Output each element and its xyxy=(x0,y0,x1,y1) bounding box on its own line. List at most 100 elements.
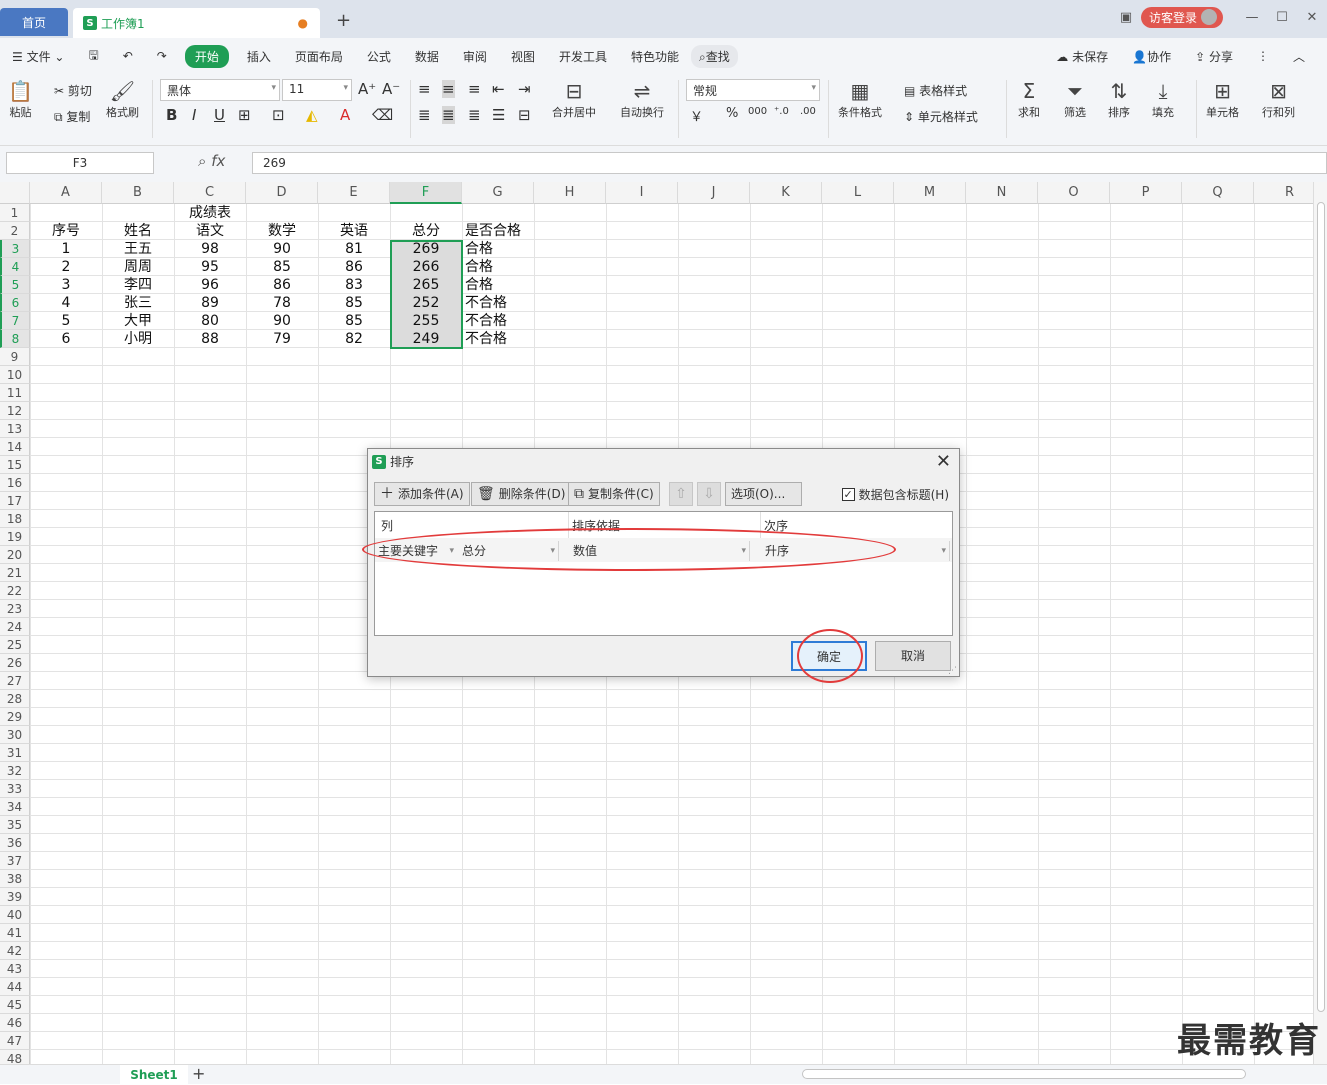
row-header[interactable]: 3 xyxy=(0,240,30,258)
maximize-icon[interactable]: ☐ xyxy=(1267,10,1297,25)
align-middle-icon[interactable]: ≡ xyxy=(442,80,455,98)
cells-button[interactable]: ⊞ 单元格 xyxy=(1206,78,1239,120)
wrap-text-button[interactable]: ⇌ 自动换行 xyxy=(620,78,664,120)
align-top-icon[interactable]: ≡ xyxy=(418,80,431,98)
sort-order-select[interactable]: 升序 xyxy=(762,541,950,561)
add-sheet-button[interactable]: + xyxy=(192,1064,205,1083)
formula-input[interactable]: 269 xyxy=(252,152,1327,174)
row-header[interactable]: 10 xyxy=(0,366,30,384)
share-button[interactable]: ⇪ 分享 xyxy=(1183,48,1245,65)
tab-workbook[interactable]: S 工作簿1 ● xyxy=(73,8,320,38)
align-center-icon[interactable]: ≣ xyxy=(442,106,455,124)
underline-icon[interactable]: U xyxy=(214,106,225,124)
row-header[interactable]: 18 xyxy=(0,510,30,528)
font-size-select[interactable]: 11 xyxy=(282,79,352,101)
filter-button[interactable]: ⏷ 筛选 xyxy=(1064,78,1086,120)
data-cell[interactable]: 255 xyxy=(390,312,462,330)
cancel-button[interactable]: 取消 xyxy=(875,641,951,671)
cell-style-button[interactable]: ⇕ 单元格样式 xyxy=(904,108,978,125)
column-header[interactable]: O xyxy=(1038,182,1110,204)
data-cell[interactable]: 不合格 xyxy=(462,330,534,348)
currency-button[interactable]: ￥ xyxy=(690,106,703,125)
data-cell[interactable]: 86 xyxy=(318,258,390,276)
data-cell[interactable]: 合格 xyxy=(462,240,534,258)
outdent-icon[interactable]: ⇤ xyxy=(492,80,505,98)
data-cell[interactable]: 252 xyxy=(390,294,462,312)
row-header[interactable]: 32 xyxy=(0,762,30,780)
sheet-title-cell[interactable]: 成绩表 xyxy=(174,204,246,222)
data-cell[interactable]: 2 xyxy=(30,258,102,276)
data-cell[interactable]: 95 xyxy=(174,258,246,276)
number-format-select[interactable]: 常规 xyxy=(686,79,820,101)
menu-features[interactable]: 特色功能 xyxy=(619,48,691,65)
column-header[interactable]: I xyxy=(606,182,678,204)
font-select[interactable]: 黑体 xyxy=(160,79,280,101)
thousands-icon[interactable]: 000 xyxy=(748,106,767,117)
column-header[interactable]: L xyxy=(822,182,894,204)
column-header[interactable]: R xyxy=(1254,182,1313,204)
distribute-icon[interactable]: ⊟ xyxy=(518,106,531,124)
column-header[interactable]: A xyxy=(30,182,102,204)
add-condition-button[interactable]: ＋ 添加条件(A) xyxy=(374,482,470,506)
copy-button[interactable]: ⧉ 复制 xyxy=(54,108,90,125)
row-header[interactable]: 39 xyxy=(0,888,30,906)
row-header[interactable]: 42 xyxy=(0,942,30,960)
vertical-scroll-thumb[interactable] xyxy=(1317,202,1325,1012)
minimize-icon[interactable]: — xyxy=(1237,10,1267,25)
row-header[interactable]: 43 xyxy=(0,960,30,978)
data-cell[interactable]: 不合格 xyxy=(462,294,534,312)
data-cell[interactable]: 79 xyxy=(246,330,318,348)
horizontal-scroll-thumb[interactable] xyxy=(802,1069,1246,1079)
increase-decimal-icon[interactable]: ⁺.0 xyxy=(774,106,789,117)
menu-page-layout[interactable]: 页面布局 xyxy=(283,48,355,65)
zoom-icon[interactable]: ⌕ xyxy=(198,152,206,170)
column-header[interactable]: J xyxy=(678,182,750,204)
sum-button[interactable]: Σ 求和 xyxy=(1018,78,1040,120)
fx-icon[interactable]: fx xyxy=(211,152,225,170)
menu-search[interactable]: ⌕查找 xyxy=(690,44,738,68)
row-header[interactable]: 24 xyxy=(0,618,30,636)
increase-font-icon[interactable]: A⁺ xyxy=(358,80,376,98)
data-cell[interactable]: 6 xyxy=(30,330,102,348)
row-header[interactable]: 34 xyxy=(0,798,30,816)
italic-icon[interactable]: I xyxy=(192,106,196,124)
font-color-icon[interactable]: A xyxy=(340,106,350,124)
data-cell[interactable]: 王五 xyxy=(102,240,174,258)
column-header[interactable]: P xyxy=(1110,182,1182,204)
row-header[interactable]: 15 xyxy=(0,456,30,474)
menu-developer[interactable]: 开发工具 xyxy=(547,48,619,65)
conditional-format-button[interactable]: ▦ 条件格式 xyxy=(838,78,882,120)
row-header[interactable]: 48 xyxy=(0,1050,30,1064)
indent-icon[interactable]: ⇥ xyxy=(518,80,531,98)
collapse-ribbon-icon[interactable]: ︿ xyxy=(1281,48,1317,65)
row-header[interactable]: 38 xyxy=(0,870,30,888)
data-cell[interactable]: 88 xyxy=(174,330,246,348)
cut-button[interactable]: ✂ 剪切 xyxy=(54,82,92,99)
align-right-icon[interactable]: ≣ xyxy=(468,106,481,124)
data-cell[interactable]: 大甲 xyxy=(102,312,174,330)
row-header[interactable]: 21 xyxy=(0,564,30,582)
row-header[interactable]: 1 xyxy=(0,204,30,222)
row-header[interactable]: 2 xyxy=(0,222,30,240)
row-header[interactable]: 20 xyxy=(0,546,30,564)
menu-view[interactable]: 视图 xyxy=(499,48,547,65)
data-cell[interactable]: 89 xyxy=(174,294,246,312)
column-header[interactable]: G xyxy=(462,182,534,204)
key-column-select[interactable]: 总分 xyxy=(459,541,559,561)
header-cell[interactable]: 语文 xyxy=(174,222,246,240)
data-cell[interactable]: 合格 xyxy=(462,258,534,276)
data-cell[interactable]: 4 xyxy=(30,294,102,312)
header-cell[interactable]: 英语 xyxy=(318,222,390,240)
column-header[interactable]: D xyxy=(246,182,318,204)
data-cell[interactable]: 82 xyxy=(318,330,390,348)
row-header[interactable]: 33 xyxy=(0,780,30,798)
resize-grip-icon[interactable]: ⋰ xyxy=(948,666,957,676)
row-col-button[interactable]: ⊠ 行和列 xyxy=(1262,78,1295,120)
row-header[interactable]: 11 xyxy=(0,384,30,402)
border-icon[interactable]: ⊞ xyxy=(238,106,251,124)
window-mode-icon[interactable]: ▣ xyxy=(1111,10,1141,25)
row-header[interactable]: 14 xyxy=(0,438,30,456)
data-cell[interactable]: 不合格 xyxy=(462,312,534,330)
row-header[interactable]: 19 xyxy=(0,528,30,546)
close-icon[interactable]: ✕ xyxy=(936,451,951,472)
